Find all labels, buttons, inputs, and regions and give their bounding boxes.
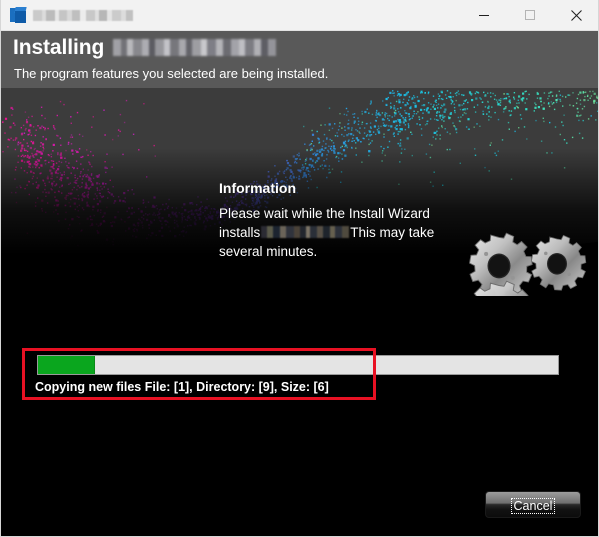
close-button[interactable] (553, 0, 599, 30)
installer-window: Installing The program features you sele… (0, 0, 599, 537)
installer-icon (10, 7, 27, 23)
page-title: Installing (13, 36, 277, 60)
gears-illustration (468, 232, 587, 296)
progress-bar (37, 355, 559, 375)
minimize-button[interactable] (461, 0, 507, 30)
title-bar (0, 0, 599, 31)
wizard-header: Installing The program features you sele… (1, 31, 598, 88)
maximize-icon (525, 10, 535, 20)
banner-graphic (1, 88, 598, 296)
maximize-button[interactable] (507, 0, 553, 30)
minimize-icon (479, 15, 489, 16)
progress-bar-fill (38, 356, 96, 374)
status-text: Copying new files File: [1], Directory: … (35, 380, 329, 394)
information-heading: Information (219, 180, 296, 196)
cancel-button[interactable]: Cancel (485, 491, 581, 518)
cancel-button-label: Cancel (510, 497, 556, 514)
page-title-product-redacted (113, 39, 277, 56)
information-body: Please wait while the Install Wizard ins… (219, 204, 444, 261)
window-title-redacted (33, 9, 133, 21)
page-title-prefix: Installing (13, 36, 105, 59)
close-icon (570, 9, 582, 21)
page-subtitle: The program features you selected are be… (14, 66, 329, 81)
information-product-redacted (261, 226, 350, 238)
